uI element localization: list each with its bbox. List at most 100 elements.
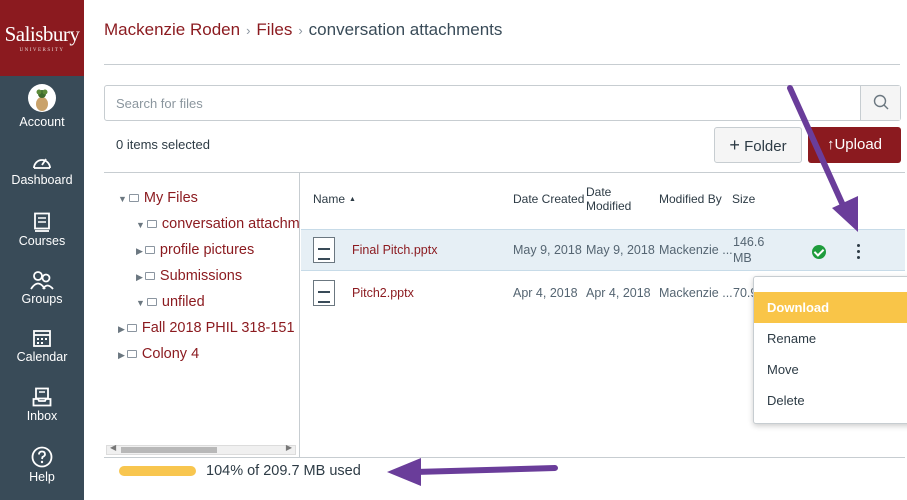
calendar-icon <box>33 330 51 347</box>
collapse-caret-icon: ▶ <box>118 324 125 334</box>
breadcrumb-separator-icon: › <box>298 23 303 38</box>
collapse-caret-icon: ▶ <box>136 246 143 256</box>
dashboard-gauge-icon <box>33 158 51 169</box>
menu-item-download[interactable]: Download <box>754 292 907 323</box>
breadcrumb-files[interactable]: Files <box>256 20 292 39</box>
book-icon <box>34 212 50 232</box>
column-header-name[interactable]: Name ▲ <box>313 173 356 225</box>
breadcrumb-current: conversation attachments <box>308 20 503 39</box>
column-name-label: Name <box>313 192 346 206</box>
tree-item-label: Fall 2018 PHIL 318-151 <box>141 320 295 336</box>
folder-icon <box>146 298 157 306</box>
file-context-menu: Download Rename Move Delete <box>753 276 907 424</box>
date-modified: May 9, 2018 <box>586 243 655 257</box>
folder-icon <box>146 220 157 228</box>
plus-icon: + <box>729 135 740 155</box>
tree-item-label: unfiled <box>161 294 205 310</box>
expand-caret-icon: ▼ <box>118 194 127 204</box>
tree-item-unfiled[interactable]: ▼ unfiled <box>136 294 205 310</box>
column-header-modified-by[interactable]: Modified By <box>659 173 722 225</box>
nav-inbox-label: Inbox <box>26 409 58 423</box>
file-size-unit: MB <box>733 251 752 265</box>
search-input[interactable] <box>105 86 859 120</box>
tree-item-profile-pictures[interactable]: ▶ profile pictures <box>136 242 254 258</box>
sort-ascending-icon: ▲ <box>349 195 356 203</box>
nav-account-label: Account <box>19 115 65 129</box>
annotation-arrow-left <box>387 458 558 486</box>
column-header-size[interactable]: Size <box>732 173 755 225</box>
user-avatar-icon <box>28 84 56 112</box>
nav-courses-label: Courses <box>18 234 66 248</box>
more-options-icon[interactable] <box>852 241 864 263</box>
tree-horizontal-scrollbar[interactable]: ◀ ▶ <box>106 443 296 455</box>
date-created: May 9, 2018 <box>513 243 582 257</box>
header-divider <box>104 64 900 65</box>
brand-subtitle: UNIVERSITY <box>19 48 65 53</box>
people-icon <box>30 271 54 290</box>
modified-by: Mackenzie ... <box>659 243 733 257</box>
menu-item-delete[interactable]: Delete <box>754 385 907 416</box>
brand-name: Salisbury <box>4 22 80 46</box>
menu-item-rename[interactable]: Rename <box>754 323 907 354</box>
collapse-caret-icon: ▶ <box>118 350 125 360</box>
tree-item-label: My Files <box>143 190 198 206</box>
nav-courses[interactable]: Courses <box>0 212 84 248</box>
tree-item-submissions[interactable]: ▶ Submissions <box>136 268 242 284</box>
nav-dashboard-label: Dashboard <box>11 173 73 187</box>
nav-groups[interactable]: Groups <box>0 270 84 306</box>
scroll-right-icon[interactable]: ▶ <box>286 443 292 452</box>
folder-lock-icon <box>144 272 155 280</box>
column-header-date-created[interactable]: Date Created <box>513 173 584 225</box>
folder-icon <box>128 194 139 202</box>
nav-help-label: Help <box>29 470 55 484</box>
quota-usage-text: 104% of 209.7 MB used <box>206 463 361 479</box>
file-name-link[interactable]: Final Pitch.pptx <box>352 243 437 257</box>
scrollbar-thumb[interactable] <box>121 447 217 453</box>
expand-caret-icon: ▼ <box>136 298 145 308</box>
presentation-file-icon <box>313 280 335 306</box>
tree-item-label: conversation attachments <box>161 216 300 232</box>
file-size: 146.6 MB <box>733 234 764 266</box>
global-navigation: Salisbury UNIVERSITY Account Dashboard C… <box>0 0 84 500</box>
expand-caret-icon: ▼ <box>136 220 145 230</box>
presentation-file-icon <box>313 237 335 263</box>
nav-help[interactable]: Help <box>0 446 84 484</box>
tree-item-fall-2018-course[interactable]: ▶ Fall 2018 PHIL 318-151 <box>118 320 295 336</box>
folder-icon <box>126 350 137 358</box>
folder-tree: ▼ My Files ▼ conversation attachments ▶ pro… <box>104 173 300 457</box>
folder-icon <box>144 246 155 254</box>
nav-calendar[interactable]: Calendar <box>0 328 84 364</box>
date-created: Apr 4, 2018 <box>513 286 578 300</box>
inbox-icon <box>32 387 52 407</box>
menu-item-move[interactable]: Move <box>754 354 907 385</box>
nav-groups-label: Groups <box>21 292 63 306</box>
tree-item-my-files[interactable]: ▼ My Files <box>118 190 198 206</box>
nav-account[interactable]: Account <box>0 84 84 129</box>
collapse-caret-icon: ▶ <box>136 272 143 282</box>
tree-item-conversation-attachments[interactable]: ▼ conversation attachments <box>136 216 300 232</box>
selection-status: 0 items selected <box>116 137 210 152</box>
brand-logo[interactable]: Salisbury UNIVERSITY <box>0 0 84 76</box>
file-size-value: 146.6 <box>733 235 765 249</box>
nav-calendar-label: Calendar <box>16 350 68 364</box>
date-modified: Apr 4, 2018 <box>586 286 651 300</box>
nav-dashboard[interactable]: Dashboard <box>0 153 84 187</box>
modified-by: Mackenzie ... <box>659 286 733 300</box>
column-modified-label-1: Date <box>586 185 612 199</box>
scroll-left-icon[interactable]: ◀ <box>110 443 116 452</box>
column-header-date-modified[interactable]: Date Modified <box>586 173 631 225</box>
quota-usage-bar <box>119 466 196 476</box>
tree-item-label: profile pictures <box>159 242 255 258</box>
tree-item-label: Colony 4 <box>141 346 200 362</box>
tree-item-label: Submissions <box>159 268 243 284</box>
folder-icon <box>126 324 137 332</box>
tree-item-colony-4[interactable]: ▶ Colony 4 <box>118 346 199 362</box>
breadcrumb-separator-icon: › <box>246 23 251 38</box>
breadcrumb-user[interactable]: Mackenzie Roden <box>104 20 240 39</box>
annotation-arrow-down <box>787 85 858 232</box>
file-name-link[interactable]: Pitch2.pptx <box>352 286 414 300</box>
help-question-icon <box>31 446 53 468</box>
breadcrumb: Mackenzie Roden › Files › conversation attac… <box>104 20 502 40</box>
nav-inbox[interactable]: Inbox <box>0 387 84 423</box>
published-check-icon[interactable] <box>812 245 826 259</box>
